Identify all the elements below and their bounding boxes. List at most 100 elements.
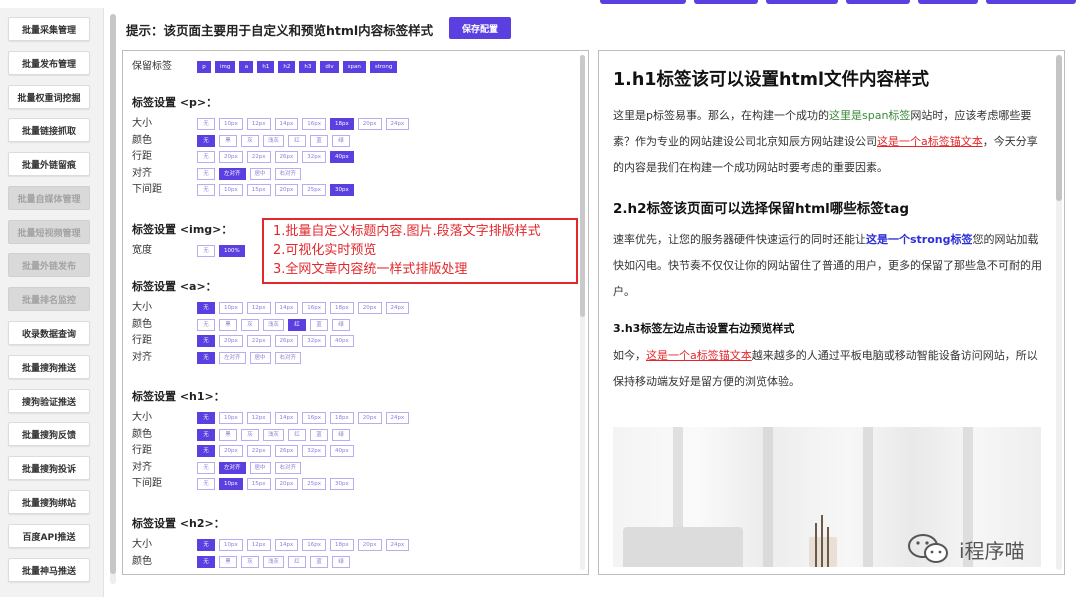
option-chip[interactable]: 10px	[219, 478, 243, 490]
option-chip[interactable]: 浅灰	[263, 556, 285, 568]
option-chip[interactable]: 无	[197, 478, 215, 490]
option-chip[interactable]: 无	[197, 245, 215, 257]
option-chip[interactable]: 26px	[274, 445, 299, 457]
top-tab[interactable]	[986, 0, 1076, 4]
option-chip[interactable]: 左对齐	[219, 462, 246, 474]
keep-tag-chip[interactable]: div	[320, 61, 339, 73]
option-chip[interactable]: 浅灰	[263, 429, 285, 441]
option-chip[interactable]: 蓝	[310, 135, 329, 147]
option-chip[interactable]: 40px	[330, 335, 354, 347]
option-chip[interactable]: 无	[197, 319, 215, 331]
sidebar-item[interactable]: 收录数据查询	[8, 321, 90, 345]
option-chip[interactable]: 绿	[332, 135, 351, 147]
option-chip[interactable]: 无	[197, 335, 215, 347]
option-chip[interactable]: 24px	[385, 118, 410, 130]
option-chip[interactable]: 14px	[274, 302, 299, 314]
option-chip[interactable]: 18px	[330, 539, 354, 551]
option-chip[interactable]: 10px	[219, 184, 243, 196]
option-chip[interactable]: 20px	[357, 118, 382, 130]
option-chip[interactable]: 22px	[246, 445, 271, 457]
sidebar-scrollbar[interactable]	[110, 14, 116, 584]
option-chip[interactable]: 无	[197, 168, 215, 180]
option-chip[interactable]: 30px	[330, 184, 354, 196]
top-tab[interactable]	[600, 0, 686, 4]
option-chip[interactable]: 左对齐	[219, 168, 246, 180]
option-chip[interactable]: 14px	[274, 412, 299, 424]
option-chip[interactable]: 32px	[302, 335, 326, 347]
option-chip[interactable]: 12px	[246, 539, 271, 551]
option-chip[interactable]: 黑	[219, 556, 237, 568]
option-chip[interactable]: 22px	[246, 335, 271, 347]
option-chip[interactable]: 绿	[332, 556, 351, 568]
option-chip[interactable]: 10px	[219, 302, 243, 314]
scrollbar-thumb[interactable]	[1056, 55, 1062, 201]
option-chip[interactable]: 18px	[330, 118, 354, 130]
option-chip[interactable]: 20px	[274, 478, 299, 490]
sidebar-item[interactable]: 批量搜狗推送	[8, 355, 90, 379]
scrollbar-thumb[interactable]	[580, 55, 585, 317]
keep-tag-chip[interactable]: img	[215, 61, 236, 73]
option-chip[interactable]: 24px	[385, 412, 410, 424]
option-chip[interactable]: 22px	[246, 151, 271, 163]
option-chip[interactable]: 12px	[246, 302, 271, 314]
option-chip[interactable]: 18px	[330, 302, 354, 314]
option-chip[interactable]: 40px	[330, 445, 354, 457]
option-chip[interactable]: 居中	[249, 352, 271, 364]
option-chip[interactable]: 蓝	[310, 319, 329, 331]
option-chip[interactable]: 100%	[219, 245, 245, 257]
option-chip[interactable]: 黑	[219, 135, 237, 147]
preview-scrollbar[interactable]	[1056, 55, 1062, 570]
option-chip[interactable]: 灰	[241, 319, 259, 331]
sidebar-item[interactable]: 百度API推送	[8, 524, 90, 548]
option-chip[interactable]: 20px	[357, 412, 382, 424]
option-chip[interactable]: 灰	[241, 135, 259, 147]
option-chip[interactable]: 绿	[332, 319, 351, 331]
config-scrollbar[interactable]	[580, 55, 585, 570]
option-chip[interactable]: 24px	[385, 539, 410, 551]
keep-tag-chip[interactable]: h3	[299, 61, 317, 73]
sidebar-item[interactable]: 批量链接抓取	[8, 118, 90, 142]
option-chip[interactable]: 15px	[246, 184, 271, 196]
option-chip[interactable]: 20px	[219, 151, 243, 163]
option-chip[interactable]: 16px	[302, 539, 326, 551]
option-chip[interactable]: 16px	[302, 118, 326, 130]
option-chip[interactable]: 无	[197, 445, 215, 457]
option-chip[interactable]: 灰	[241, 429, 259, 441]
option-chip[interactable]: 红	[288, 556, 307, 568]
option-chip[interactable]: 26px	[274, 151, 299, 163]
option-chip[interactable]: 10px	[219, 539, 243, 551]
option-chip[interactable]: 红	[288, 319, 307, 331]
option-chip[interactable]: 左对齐	[219, 352, 246, 364]
option-chip[interactable]: 无	[197, 429, 215, 441]
option-chip[interactable]: 10px	[219, 412, 243, 424]
option-chip[interactable]: 14px	[274, 118, 299, 130]
option-chip[interactable]: 16px	[302, 412, 326, 424]
save-config-button[interactable]: 保存配置	[449, 17, 511, 39]
option-chip[interactable]: 蓝	[310, 429, 329, 441]
scrollbar-thumb[interactable]	[110, 14, 116, 574]
option-chip[interactable]: 居中	[249, 168, 271, 180]
sidebar-item[interactable]: 批量搜狗绑站	[8, 490, 90, 514]
option-chip[interactable]: 10px	[219, 118, 243, 130]
top-tab[interactable]	[694, 0, 758, 4]
option-chip[interactable]: 右对齐	[274, 462, 302, 474]
option-chip[interactable]: 16px	[302, 302, 326, 314]
option-chip[interactable]: 无	[197, 184, 215, 196]
option-chip[interactable]: 居中	[249, 462, 271, 474]
option-chip[interactable]: 25px	[302, 184, 326, 196]
option-chip[interactable]: 红	[288, 135, 307, 147]
option-chip[interactable]: 无	[197, 352, 215, 364]
option-chip[interactable]: 20px	[274, 184, 299, 196]
option-chip[interactable]: 黑	[219, 319, 237, 331]
option-chip[interactable]: 蓝	[310, 556, 329, 568]
keep-tag-chip[interactable]: span	[342, 61, 366, 73]
option-chip[interactable]: 右对齐	[274, 352, 302, 364]
option-chip[interactable]: 12px	[246, 118, 271, 130]
option-chip[interactable]: 浅灰	[263, 135, 285, 147]
anchor-link[interactable]: 这是一个a标签锚文本	[646, 349, 752, 362]
option-chip[interactable]: 32px	[302, 151, 326, 163]
option-chip[interactable]: 15px	[246, 478, 271, 490]
option-chip[interactable]: 无	[197, 135, 215, 147]
sidebar-item[interactable]: 批量搜狗投诉	[8, 456, 90, 480]
option-chip[interactable]: 20px	[219, 445, 243, 457]
